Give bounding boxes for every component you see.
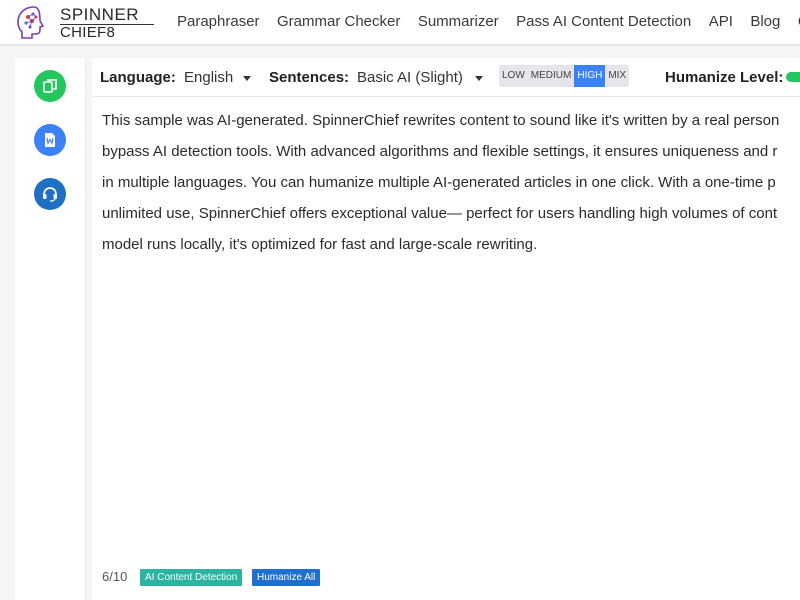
copy-icon: [43, 79, 57, 93]
ai-content-detection-button[interactable]: AI Content Detection: [140, 569, 243, 586]
level-mix-button[interactable]: MIX: [605, 65, 629, 87]
word-export-button[interactable]: [34, 124, 66, 156]
logo-head-icon: [17, 6, 45, 39]
copy-button[interactable]: [34, 70, 66, 102]
text-line: unlimited use, SpinnerChief offers excep…: [102, 205, 778, 222]
level-low-button[interactable]: LOW: [499, 65, 528, 87]
nav-summarizer[interactable]: Summarizer: [418, 0, 499, 44]
nav-grammar-checker[interactable]: Grammar Checker: [277, 0, 400, 44]
brand-logo[interactable]: SPINNER CHIEF8: [12, 3, 162, 41]
nav-pass-ai-content-detection[interactable]: Pass AI Content Detection: [516, 0, 691, 44]
brand-name-line1: SPINNER: [60, 5, 140, 24]
word-document-icon: [45, 133, 55, 147]
main-nav: Paraphraser Grammar Checker Summarizer P…: [177, 0, 800, 44]
level-high-button[interactable]: HIGH: [574, 65, 606, 87]
editor-toolbar: Language: English Sentences: Basic AI (S…: [92, 58, 800, 97]
headset-support-icon: [43, 187, 57, 202]
sentences-select[interactable]: Basic AI (Slight): [357, 69, 463, 86]
sentences-chevron-down-icon[interactable]: [475, 76, 483, 81]
humanize-level-label: Humanize Level:: [665, 69, 784, 86]
text-line: This sample was AI-generated. SpinnerChi…: [102, 112, 780, 129]
language-select[interactable]: English: [184, 69, 233, 86]
editor-panel: Language: English Sentences: Basic AI (S…: [92, 58, 800, 600]
nav-api[interactable]: API: [709, 0, 733, 44]
tool-sidebar: [15, 58, 86, 600]
brand-name-line2: CHIEF8: [60, 24, 116, 41]
language-label: Language:: [100, 69, 176, 86]
editor-text-area[interactable]: This sample was AI-generated. SpinnerChi…: [102, 105, 800, 260]
nav-paraphraser[interactable]: Paraphraser: [177, 0, 260, 44]
level-medium-button[interactable]: MEDIUM: [528, 65, 575, 87]
text-line: in multiple languages. You can humanize …: [102, 174, 776, 191]
sentences-label: Sentences:: [269, 69, 350, 86]
text-line: bypass AI detection tools. With advanced…: [102, 143, 778, 160]
nav-blog[interactable]: Blog: [750, 0, 780, 44]
support-button[interactable]: [34, 178, 66, 210]
level-selector: LOW MEDIUM HIGH MIX: [499, 65, 630, 87]
humanize-level-toggle[interactable]: [786, 72, 800, 82]
top-navigation-bar: SPINNER CHIEF8 Paraphraser Grammar Check…: [0, 0, 800, 45]
usage-counter: 6/10: [102, 569, 128, 584]
text-line: model runs locally, it's optimized for f…: [102, 236, 538, 253]
language-chevron-down-icon[interactable]: [243, 76, 251, 81]
humanize-all-button[interactable]: Humanize All: [252, 569, 321, 586]
